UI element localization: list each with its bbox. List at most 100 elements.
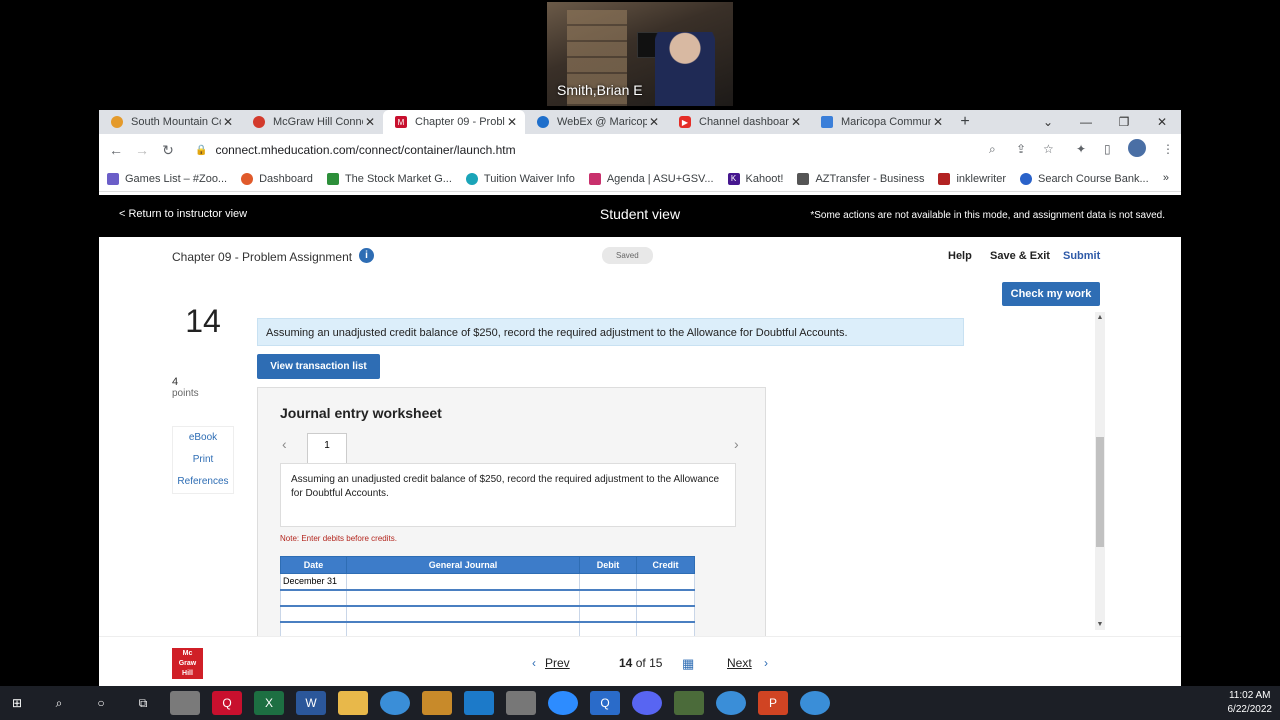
content-scrollbar[interactable]: ▲ ▼ [1095,312,1105,630]
question-footer: Mc Graw Hill ‹ Prev 14 of 15 ▦ Next › [99,636,1181,686]
chevron-left-icon[interactable]: ‹ [532,656,536,670]
debit-cell[interactable] [579,621,637,636]
app-icon[interactable] [464,691,494,715]
app-icon[interactable]: Q [590,691,620,715]
profile-avatar[interactable] [1128,139,1146,157]
general-journal-cell[interactable] [346,605,580,623]
bookmark-item[interactable]: Search Course Bank... [1019,172,1149,185]
general-journal-cell[interactable] [346,621,580,636]
browser-tab-active[interactable]: M Chapter 09 - Probl ✕ [383,110,525,134]
app-icon[interactable] [674,691,704,715]
scrollbar-thumb[interactable] [1096,437,1104,547]
date-cell[interactable] [280,605,347,623]
bookmark-item[interactable]: Tuition Waiver Info [465,172,575,185]
next-button[interactable]: Next [727,656,752,670]
debit-cell[interactable] [579,605,637,623]
file-explorer-icon[interactable] [338,691,368,715]
browser-tab[interactable]: McGraw Hill Conne ✕ [241,110,383,134]
chevron-left-icon[interactable]: ‹ [282,436,287,452]
bookmark-label: Search Course Bank... [1037,172,1149,185]
bookmark-item[interactable]: Games List – #Zoo... [107,172,227,185]
close-icon[interactable]: ✕ [789,115,803,129]
bookmark-item[interactable]: Dashboard [241,172,313,185]
app-icon[interactable] [170,691,200,715]
submit-link[interactable]: Submit [1063,250,1100,262]
restore-button[interactable]: ❐ [1105,110,1143,134]
general-journal-cell[interactable] [346,589,580,607]
more-bookmarks-icon[interactable]: » [1163,172,1169,184]
app-icon[interactable]: Q [212,691,242,715]
bookmark-item[interactable]: The Stock Market G... [326,172,452,185]
scroll-down-arrow-icon[interactable]: ▼ [1095,621,1105,628]
credit-cell[interactable] [636,589,695,607]
browser-tab[interactable]: ▶ Channel dashboard ✕ [667,110,809,134]
app-icon[interactable] [422,691,452,715]
browser-tab[interactable]: South Mountain Co ✕ [99,110,241,134]
bookmark-item[interactable]: AZTransfer - Business [797,172,924,185]
new-tab-button[interactable]: + [951,113,979,131]
menu-icon[interactable]: ⋮ [1162,142,1174,156]
references-link[interactable]: References [173,471,233,493]
question-content: Assuming an unadjusted credit balance of… [257,314,1107,636]
credit-cell[interactable] [636,573,695,591]
discord-icon[interactable] [632,691,662,715]
general-journal-cell[interactable] [346,573,580,591]
task-view-icon[interactable]: ⧉ [128,691,158,715]
help-link[interactable]: Help [948,250,972,262]
close-window-button[interactable]: ✕ [1143,110,1181,134]
minimize-button[interactable]: — [1067,110,1105,134]
share-icon[interactable]: ⇪ [1016,142,1026,156]
worksheet-tab[interactable]: 1 [307,433,347,463]
word-icon[interactable]: W [296,691,326,715]
address-bar[interactable]: 🔒 connect.mheducation.com/connect/contai… [195,139,1037,161]
debit-cell[interactable] [579,573,637,591]
debit-cell[interactable] [579,589,637,607]
chevron-right-icon[interactable]: › [764,656,768,670]
excel-icon[interactable]: X [254,691,284,715]
info-icon[interactable]: i [359,248,374,263]
browser-tab[interactable]: WebEx @ Maricopa ✕ [525,110,667,134]
save-exit-link[interactable]: Save & Exit [990,250,1050,262]
credit-cell[interactable] [636,605,695,623]
calculator-icon[interactable] [506,691,536,715]
scroll-up-arrow-icon[interactable]: ▲ [1095,314,1105,321]
close-icon[interactable]: ✕ [931,115,945,129]
browser-tab[interactable]: Maricopa Commun ✕ [809,110,951,134]
chrome-icon[interactable] [380,691,410,715]
date-cell[interactable]: December 31 [280,573,347,591]
date-cell[interactable] [280,589,347,607]
close-icon[interactable]: ✕ [505,115,519,129]
table-row [280,589,695,607]
view-transaction-list-button[interactable]: View transaction list [257,354,380,379]
tab-search-chevron-icon[interactable]: ⌄ [1029,110,1067,134]
bookmark-item[interactable]: K Kahoot! [727,172,783,185]
extensions-icon[interactable]: ✦ [1076,142,1086,156]
cortana-icon[interactable]: ○ [86,691,116,715]
star-icon[interactable]: ☆ [1043,142,1054,156]
search-icon[interactable]: ⌕ [44,691,74,715]
back-arrow-icon[interactable]: ← [103,142,129,158]
check-my-work-button[interactable]: Check my work [1002,282,1100,306]
chrome-icon[interactable] [800,691,830,715]
windows-start-icon[interactable]: ⊞ [2,691,32,715]
forward-arrow-icon[interactable]: → [129,142,155,158]
zoom-app-icon[interactable] [548,691,578,715]
powerpoint-icon[interactable]: P [758,691,788,715]
ebook-link[interactable]: eBook [173,427,233,449]
prev-button[interactable]: Prev [545,656,570,670]
credit-cell[interactable] [636,621,695,636]
close-icon[interactable]: ✕ [221,115,235,129]
side-panel-icon[interactable]: ▯ [1104,142,1111,156]
close-icon[interactable]: ✕ [363,115,377,129]
system-clock[interactable]: 11:02 AM 6/22/2022 [1228,689,1273,717]
chrome-icon[interactable] [716,691,746,715]
bookmark-item[interactable]: inklewriter [938,172,1006,185]
bookmark-item[interactable]: Agenda | ASU+GSV... [588,172,714,185]
print-link[interactable]: Print [173,449,233,471]
close-icon[interactable]: ✕ [647,115,661,129]
chevron-right-icon[interactable]: › [734,436,739,452]
date-cell[interactable] [280,621,347,636]
zoom-icon[interactable]: ⌕ [989,142,996,157]
question-grid-icon[interactable]: ▦ [682,656,694,672]
reload-icon[interactable]: ↻ [155,142,181,159]
